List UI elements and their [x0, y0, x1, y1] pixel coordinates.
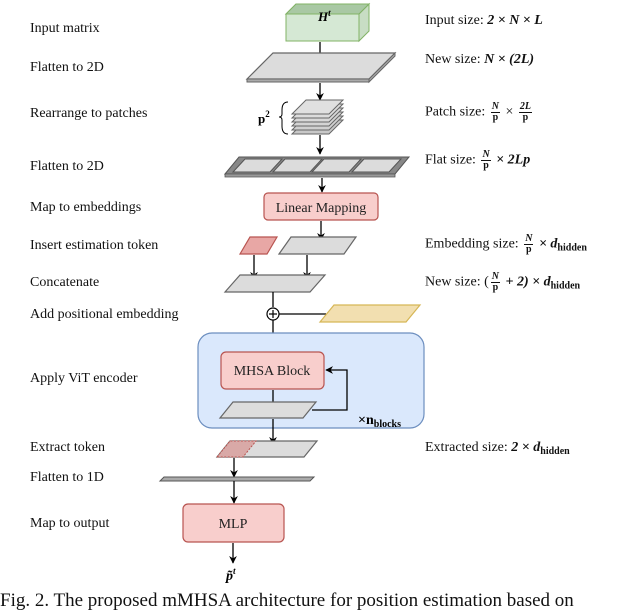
flat-1d-bar: [158, 476, 316, 482]
patch-count-label: p2: [258, 109, 270, 126]
mhsa-block-box: MHSA Block: [220, 351, 325, 390]
architecture-diagram: Ht p2 Linear Mapping MHSA Block ×nblocks…: [158, 2, 425, 584]
mlp-box: MLP: [182, 503, 285, 543]
output-label: p̃t: [225, 566, 236, 584]
concatenated-plane: [223, 274, 327, 293]
encoder-output-plane: [218, 401, 318, 419]
input-tensor-box: Ht: [284, 2, 371, 43]
patch-stack: [290, 99, 345, 135]
mhsa-block-label: MHSA Block: [234, 364, 311, 379]
patch-brace: [278, 101, 289, 135]
linear-mapping-label: Linear Mapping: [276, 201, 367, 216]
positional-embedding-plane: [318, 304, 422, 323]
embedding-plane: [277, 236, 358, 255]
estimation-token: [238, 236, 279, 255]
flat-plane-1: [245, 51, 397, 84]
linear-mapping-box: Linear Mapping: [263, 192, 379, 221]
flat-patches-row: [223, 156, 411, 178]
add-icon: [266, 307, 280, 321]
mlp-label: MLP: [219, 517, 248, 532]
figure-caption: Fig. 2. The proposed mMHSA architecture …: [0, 590, 574, 611]
